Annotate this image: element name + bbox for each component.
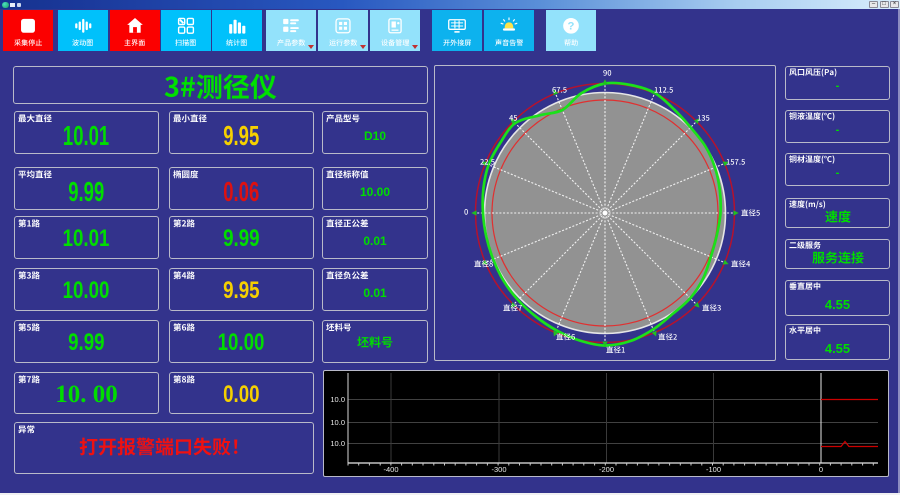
svg-text:10.0: 10.0 [330, 418, 345, 427]
svg-text:10.0: 10.0 [330, 439, 345, 448]
svg-text:-400: -400 [383, 465, 398, 474]
svg-text:-200: -200 [599, 465, 614, 474]
svg-text:-100: -100 [706, 465, 721, 474]
svg-text:10.0: 10.0 [330, 395, 345, 404]
svg-text:-300: -300 [491, 465, 506, 474]
svg-text:?: ? [568, 20, 575, 32]
svg-text:0: 0 [819, 465, 823, 474]
